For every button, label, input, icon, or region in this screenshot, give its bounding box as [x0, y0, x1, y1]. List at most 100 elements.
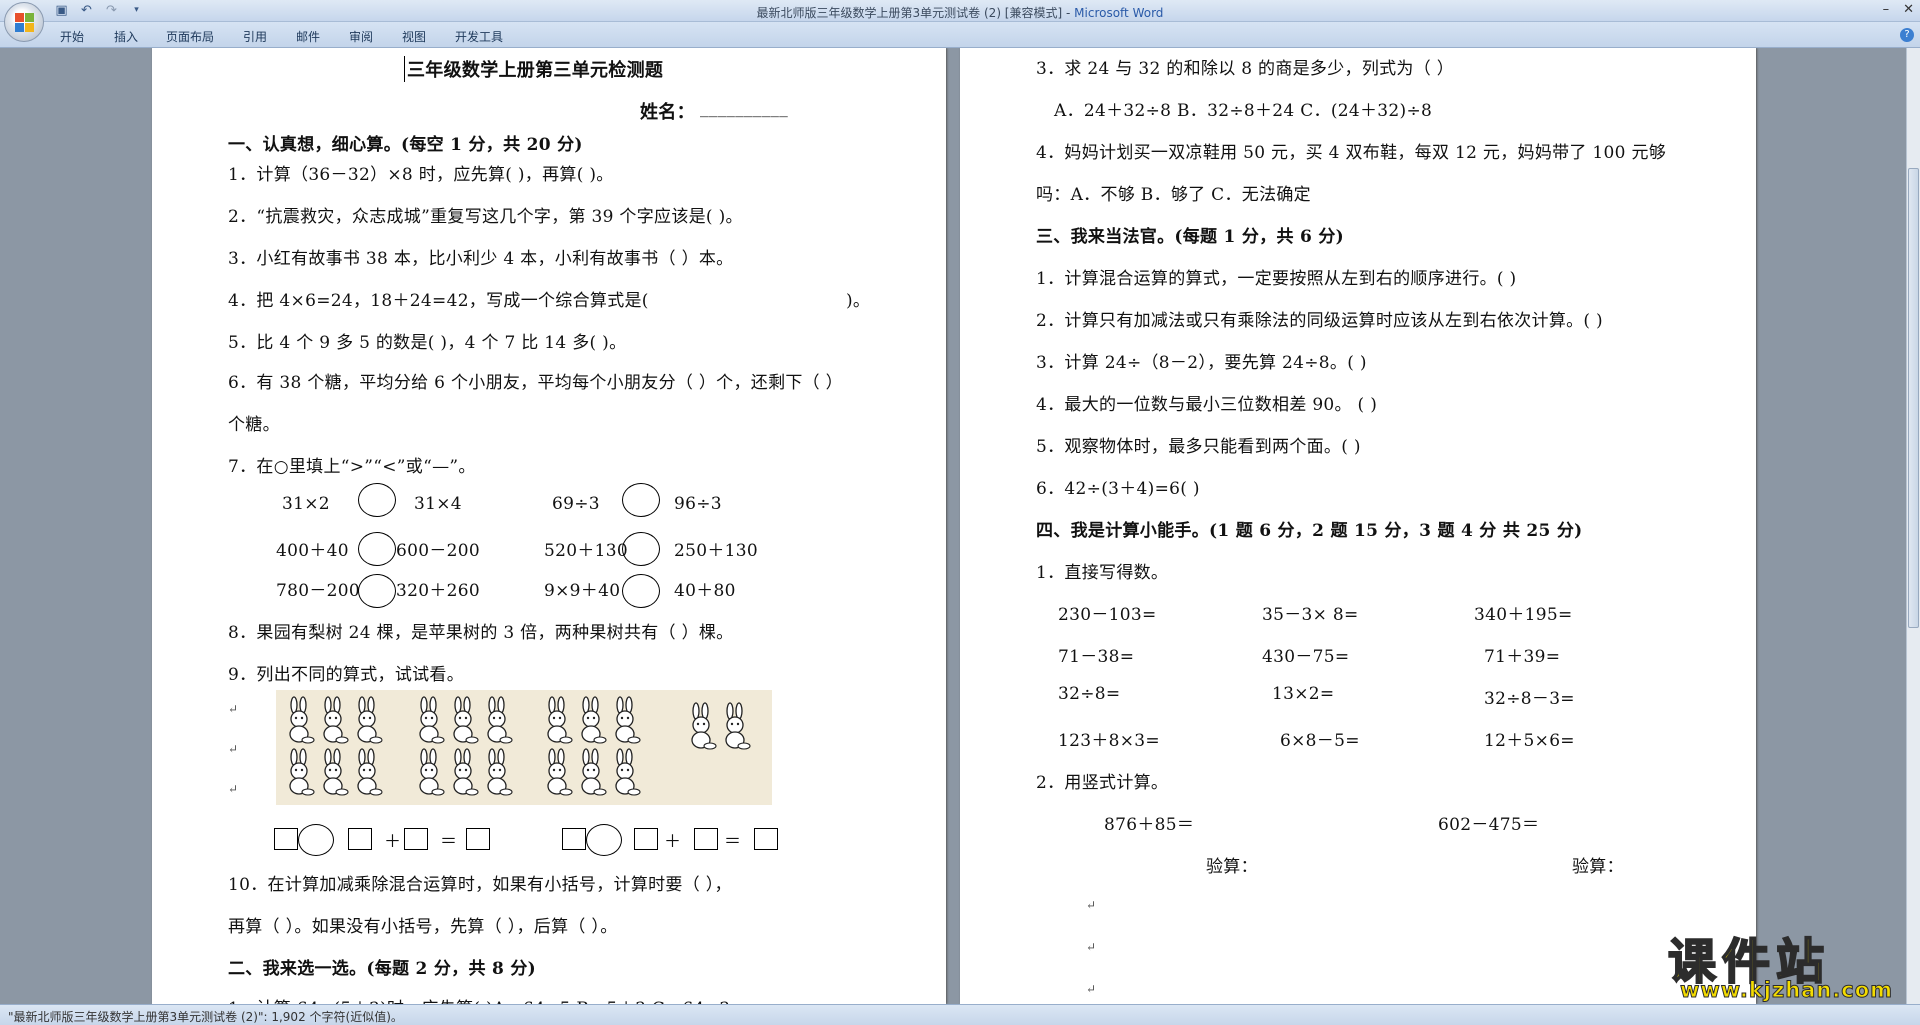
calc-question-2: 2．用竖式计算。 [1036, 773, 1169, 793]
question-10-line1: 10．在计算加减乘除混合运算时，如果有小括号，计算时要（ ）， [228, 875, 732, 895]
watermark-logo: 课件站 www.kjzhan.com [1667, 922, 1904, 1004]
tab-view[interactable]: 视图 [402, 28, 426, 45]
office-button[interactable] [4, 2, 44, 42]
answer-circle[interactable] [586, 824, 622, 856]
judge-question-6: 6．42÷(3＋4)=6( ) [1036, 479, 1200, 499]
window-title: 最新北师版三年级数学上册第3单元测试卷 (2) [兼容模式] - Microso… [0, 4, 1920, 21]
minimize-icon[interactable]: – [1883, 2, 1890, 17]
calc-item: 230－103= [1058, 605, 1157, 625]
compare-expr: 9×9＋40 [544, 581, 621, 601]
judge-question-2: 2．计算只有加减法或只有乘除法的同级运算时应该从左到右依次计算。( ) [1036, 311, 1603, 331]
question-9: 9．列出不同的算式，试试看。 [228, 665, 465, 685]
tab-review[interactable]: 审阅 [349, 28, 373, 45]
paragraph-mark: ↵ [228, 702, 239, 716]
name-blank[interactable]: __________ [700, 98, 788, 118]
section-1-heading: 一、认真想，细心算。(每空 1 分，共 20 分) [228, 135, 583, 155]
plus-sign: ＋ [664, 832, 682, 852]
compare-expr: 250＋130 [674, 541, 758, 561]
scrollbar-thumb[interactable] [1908, 168, 1919, 628]
calc-item: 71＋39= [1484, 647, 1561, 667]
tab-home[interactable]: 开始 [60, 28, 84, 45]
vertical-scrollbar[interactable] [1906, 48, 1920, 1004]
question-4-end: )。 [846, 291, 871, 311]
compare-expr: 31×2 [282, 494, 330, 514]
judge-question-3: 3．计算 24÷（8－2），要先算 24÷8。( ) [1036, 353, 1367, 373]
compare-expr: 520＋130 [544, 541, 628, 561]
check-label-1: 验算： [1206, 857, 1258, 877]
compare-circle[interactable] [622, 532, 660, 566]
paragraph-mark: ↵ [1086, 940, 1097, 954]
tab-developer[interactable]: 开发工具 [455, 28, 503, 45]
document-page-left[interactable]: 三年级数学上册第三单元检测题 姓名： __________ 一、认真想，细心算。… [152, 48, 946, 1004]
calc-item: 32÷8－3= [1484, 689, 1575, 709]
calc-item: 12＋5×6= [1484, 731, 1575, 751]
paragraph-mark: ↵ [228, 742, 239, 756]
compare-expr: 400＋40 [276, 541, 349, 561]
equals-sign: ＝ [724, 832, 742, 852]
question-5: 5．比 4 个 9 多 5 的数是( )，4 个 7 比 14 多( )。 [228, 333, 627, 353]
close-icon[interactable]: ✕ [1903, 2, 1914, 17]
compare-expr: 31×4 [414, 494, 462, 514]
answer-box[interactable] [694, 828, 718, 850]
question-2: 2．“抗震救灾，众志成城”重复写这几个字，第 39 个字应该是( )。 [228, 207, 743, 227]
compare-circle[interactable] [358, 574, 396, 608]
ribbon-tabs: 开始 插入 页面布局 引用 邮件 审阅 视图 开发工具 ? [0, 22, 1920, 48]
compare-circle[interactable] [622, 574, 660, 608]
app-name: Microsoft Word [1074, 6, 1164, 20]
answer-box[interactable] [274, 828, 298, 850]
title-separator: - [1062, 6, 1075, 20]
answer-box[interactable] [634, 828, 658, 850]
calc-question-1: 1．直接写得数。 [1036, 563, 1169, 583]
calc-item: 32÷8= [1058, 684, 1121, 704]
choice-question-3-options: A．24＋32÷8 B．32÷8＋24 C．(24＋32)÷8 [1054, 101, 1433, 121]
judge-question-4: 4．最大的一位数与最小三位数相差 90。 ( ) [1036, 395, 1378, 415]
compare-expr: 69÷3 [552, 494, 600, 514]
paragraph-mark: ↵ [228, 782, 239, 796]
window-controls: – ✕ [1883, 2, 1914, 17]
answer-circle[interactable] [298, 824, 334, 856]
status-text: "最新北师版三年级数学上册第3单元测试卷 (2)": 1,902 个字符(近似值… [8, 1010, 403, 1024]
tab-mailings[interactable]: 邮件 [296, 28, 320, 45]
judge-question-1: 1．计算混合运算的算式，一定要按照从左到右的顺序进行。( ) [1036, 269, 1517, 289]
compare-expr: 320＋260 [396, 581, 480, 601]
answer-box[interactable] [348, 828, 372, 850]
tab-page-layout[interactable]: 页面布局 [166, 28, 214, 45]
title-bar: ▣ ↶ ↷ ▾ 最新北师版三年级数学上册第3单元测试卷 (2) [兼容模式] -… [0, 0, 1920, 42]
compare-expr: 780－200 [276, 581, 360, 601]
question-6-line1: 6．有 38 个糖，平均分给 6 个小朋友，平均每个小朋友分（ ）个，还剩下（ … [228, 373, 843, 393]
answer-box[interactable] [466, 828, 490, 850]
answer-box[interactable] [754, 828, 778, 850]
choice-question-1: 1．计算 64÷(5＋3)时，应先算( )A．64÷5 B．5＋3 C．64÷3 [228, 994, 730, 1004]
section-2-heading: 二、我来选一选。(每题 2 分，共 8 分) [228, 959, 537, 979]
document-canvas: 三年级数学上册第三单元检测题 姓名： __________ 一、认真想，细心算。… [0, 48, 1906, 1004]
tab-insert[interactable]: 插入 [114, 28, 138, 45]
choice-question-4-line2: 吗：A．不够 B．够了 C．无法确定 [1036, 185, 1311, 205]
calc-item: 340＋195= [1474, 605, 1573, 625]
choice-question-4-line1: 4．妈妈计划买一双凉鞋用 50 元，买 4 双布鞋，每双 12 元，妈妈带了 1… [1036, 143, 1667, 163]
answer-box[interactable] [404, 828, 428, 850]
question-8: 8．果园有梨树 24 棵，是苹果树的 3 倍，两种果树共有（ ）棵。 [228, 623, 734, 643]
compare-circle[interactable] [358, 532, 396, 566]
plus-sign: ＋ [384, 832, 402, 852]
paragraph-mark: ↵ [1086, 898, 1097, 912]
help-icon[interactable]: ? [1900, 28, 1914, 42]
section-4-heading: 四、我是计算小能手。(1 题 6 分，2 题 15 分，3 题 4 分 共 25… [1036, 521, 1583, 541]
compare-circle[interactable] [622, 483, 660, 517]
compare-expr: 40＋80 [674, 581, 736, 601]
section-3-heading: 三、我来当法官。(每题 1 分，共 6 分) [1036, 227, 1345, 247]
answer-box[interactable] [562, 828, 586, 850]
question-7: 7．在○里填上“>”“<”或“—”。 [228, 457, 476, 477]
calc-item: 13×2= [1272, 684, 1335, 704]
document-page-right[interactable]: 3．求 24 与 32 的和除以 8 的商是多少，列式为（ ） A．24＋32÷… [960, 48, 1756, 1004]
status-bar: "最新北师版三年级数学上册第3单元测试卷 (2)": 1,902 个字符(近似值… [0, 1004, 1920, 1025]
compare-expr: 600－200 [396, 541, 480, 561]
compare-expr: 96÷3 [674, 494, 722, 514]
rabbits-picture [276, 690, 772, 805]
name-label: 姓名： [640, 102, 695, 123]
compare-circle[interactable] [358, 483, 396, 517]
question-1: 1．计算（36－32）×8 时，应先算( )，再算( )。 [228, 165, 614, 185]
tab-references[interactable]: 引用 [243, 28, 267, 45]
watermark-url: www.kjzhan.com [1679, 978, 1894, 1003]
vertical-calc-1: 876＋85＝ [1104, 815, 1195, 835]
equals-sign: ＝ [440, 832, 458, 852]
